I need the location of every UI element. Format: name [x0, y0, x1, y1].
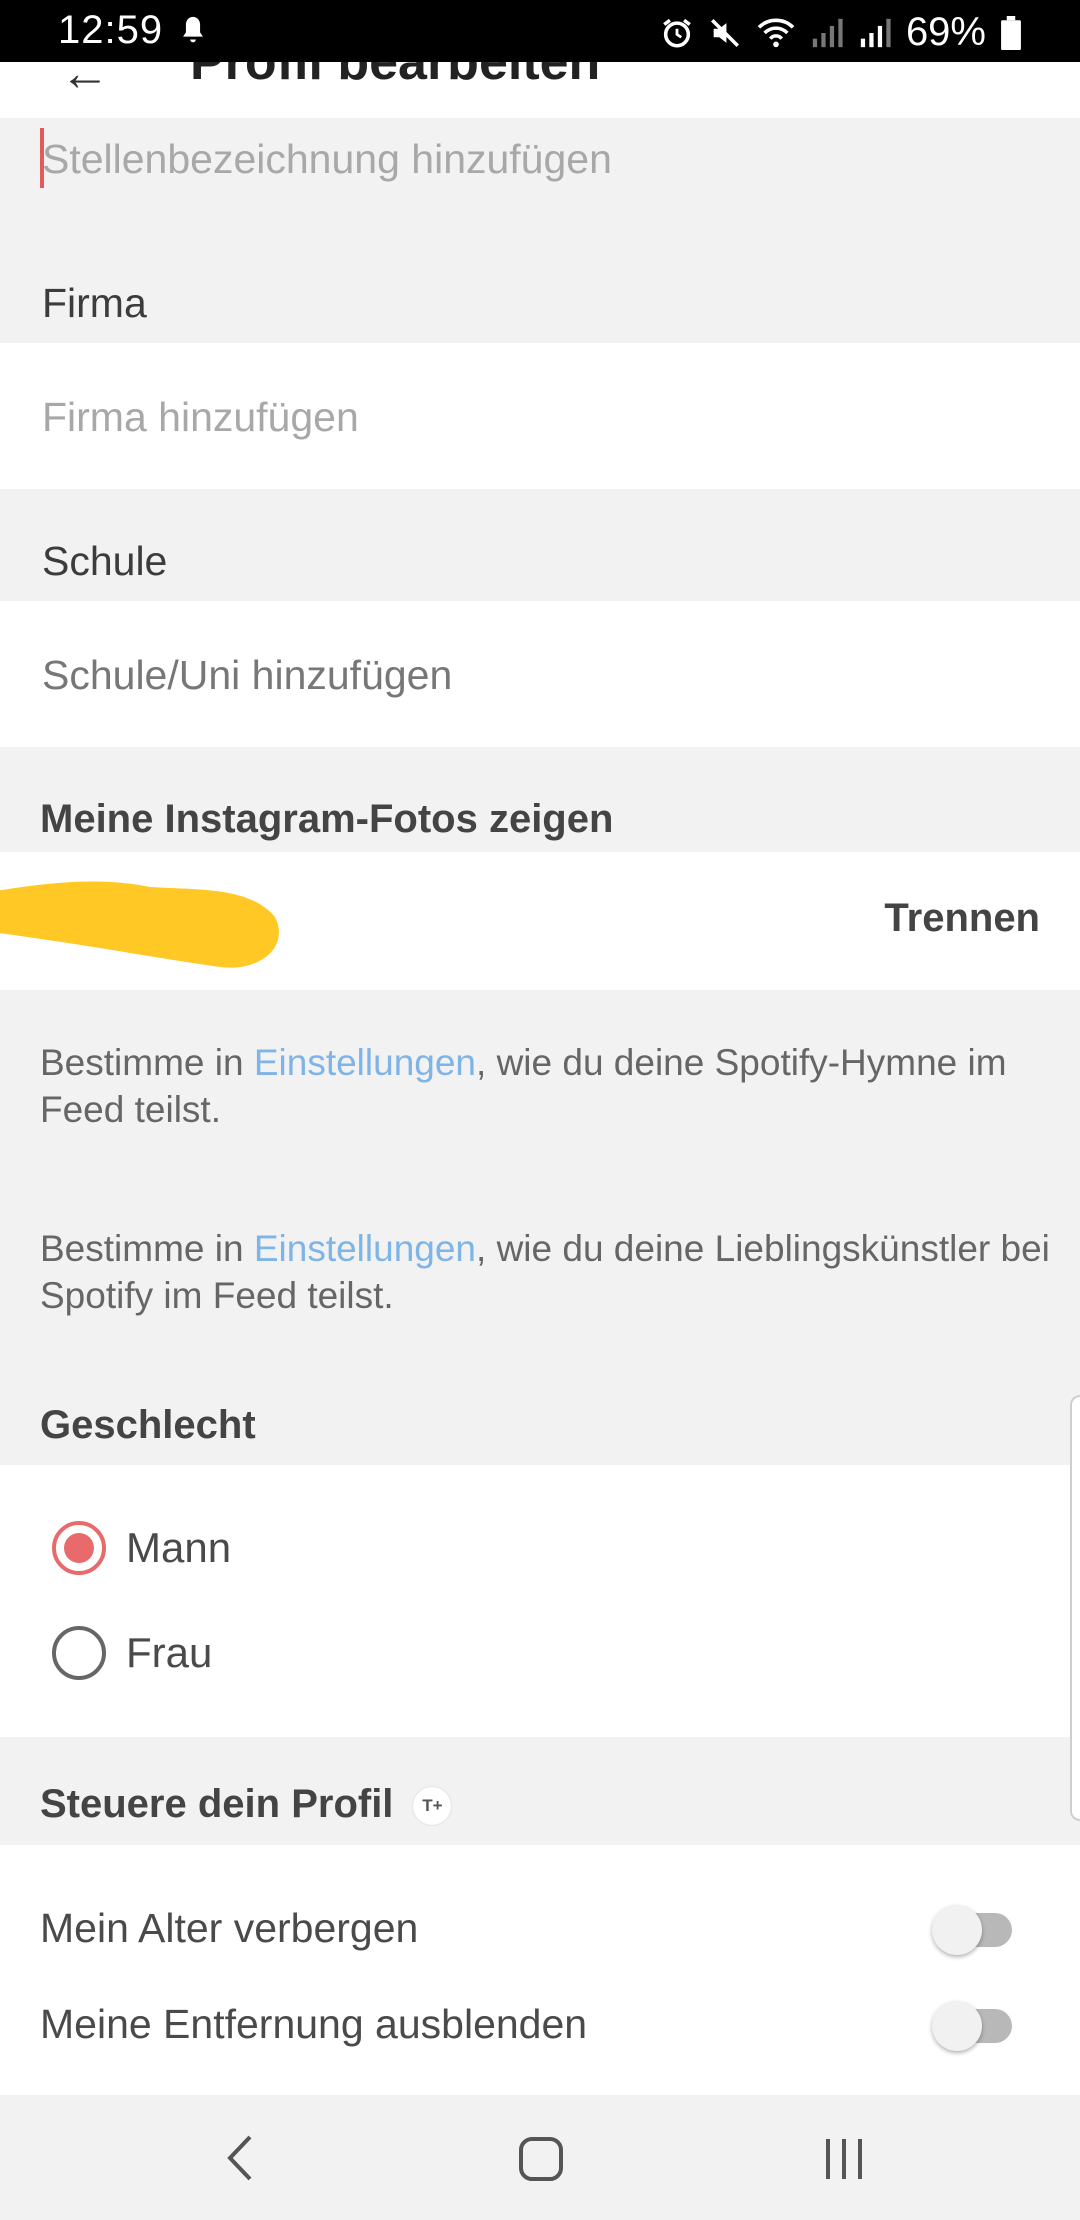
school-placeholder: Schule/Uni hinzufügen — [42, 652, 453, 698]
hide-distance-label: Meine Entfernung ausblenden — [40, 2001, 588, 2047]
status-icons: 69% — [660, 10, 1022, 55]
recents-nav-icon[interactable] — [822, 2133, 868, 2183]
instagram-disconnect-button[interactable]: Trennen — [884, 896, 1040, 941]
wifi-icon — [757, 18, 795, 47]
school-label: Schule — [42, 538, 168, 584]
gender-label: Geschlecht — [40, 1403, 256, 1447]
page-title: Profil bearbeiten — [190, 62, 601, 91]
hide-age-toggle[interactable] — [932, 1905, 1012, 1955]
instagram-row: Trennen — [0, 852, 1080, 990]
spotify-anthem-info: Bestimme in Einstellungen, wie du deine … — [40, 1042, 1007, 1130]
battery-icon — [1001, 15, 1021, 50]
instagram-label: Meine Instagram-Fotos zeigen — [40, 797, 614, 841]
redaction-mark — [0, 881, 279, 968]
signal-icon-1 — [812, 18, 843, 47]
gender-option-label: Mann — [126, 1524, 232, 1571]
job-title-field[interactable]: Stellenbezeichnung hinzufügen — [0, 118, 1080, 234]
hide-distance-toggle[interactable] — [932, 2001, 1012, 2051]
battery-percent: 69% — [905, 10, 986, 54]
side-panel-handle[interactable] — [1070, 1395, 1080, 1821]
hide-age-label: Mein Alter verbergen — [40, 1905, 419, 1951]
back-arrow-icon[interactable]: ← — [60, 62, 110, 102]
company-label: Firma — [42, 280, 147, 326]
hide-distance-row: Meine Entfernung ausblenden — [40, 1991, 1040, 2061]
radio-selected-icon[interactable] — [52, 1521, 106, 1575]
toggle-knob — [932, 2001, 982, 2051]
alarm-icon — [663, 18, 691, 48]
toggle-knob — [932, 1905, 982, 1955]
mute-icon — [710, 18, 739, 47]
gender-option-label: Frau — [126, 1629, 213, 1676]
profile-control-box: Mein Alter verbergen Meine Entfernung au… — [0, 1845, 1080, 2095]
signal-icon-2 — [860, 18, 891, 47]
settings-link-artists[interactable]: Einstellungen — [254, 1228, 476, 1269]
gender-options: Mann Frau — [0, 1465, 1070, 1737]
company-field[interactable]: Firma hinzufügen — [0, 343, 1080, 489]
school-field[interactable]: Schule/Uni hinzufügen — [0, 601, 1080, 747]
app-bar: ← Profil bearbeiten — [0, 62, 1080, 118]
company-placeholder: Firma hinzufügen — [42, 394, 359, 440]
back-nav-icon[interactable] — [222, 2133, 258, 2183]
spotify-artists-info: Bestimme in Einstellungen, wie du deine … — [40, 1228, 1050, 1316]
radio-unselected-icon[interactable] — [52, 1626, 106, 1680]
profile-control-label: Steuere dein Profil T+ — [40, 1782, 452, 1827]
gender-option-female[interactable]: Frau — [52, 1626, 212, 1680]
status-bar: 12:59 69% — [0, 0, 1080, 62]
system-nav-bar — [0, 2095, 1080, 2220]
notification-icon — [183, 16, 203, 43]
status-time: 12:59 — [58, 8, 164, 52]
settings-link-anthem[interactable]: Einstellungen — [254, 1042, 476, 1083]
gender-option-male[interactable]: Mann — [52, 1521, 231, 1575]
job-title-placeholder: Stellenbezeichnung hinzufügen — [42, 136, 612, 182]
tinder-plus-badge: T+ — [413, 1787, 452, 1826]
hide-age-row: Mein Alter verbergen — [40, 1895, 1040, 1965]
home-nav-icon[interactable] — [518, 2133, 564, 2183]
